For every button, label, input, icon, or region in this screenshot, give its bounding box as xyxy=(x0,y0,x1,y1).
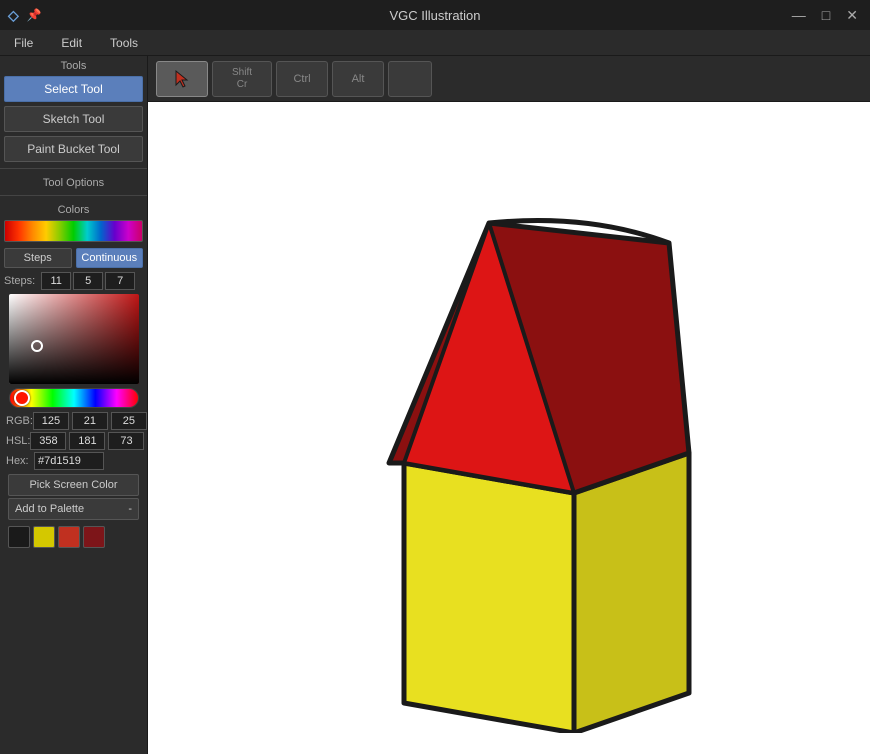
pick-screen-color-button[interactable]: Pick Screen Color xyxy=(8,474,139,496)
step-b[interactable] xyxy=(105,272,135,290)
steps-values-row: Steps: xyxy=(4,272,143,290)
colors-section: Colors Steps Continuous Steps: xyxy=(0,200,147,556)
add-to-palette-label: Add to Palette xyxy=(15,503,84,515)
tool-options-label: Tool Options xyxy=(0,173,147,191)
titlebar-controls: — □ ✕ xyxy=(788,5,862,26)
toolbar-shift-button[interactable]: Shift Cr xyxy=(212,61,272,97)
palette-row xyxy=(4,522,143,552)
toolbar-empty-button[interactable] xyxy=(388,61,432,97)
pin-icon[interactable]: 📌 xyxy=(27,8,42,22)
hue-strip[interactable] xyxy=(9,388,139,408)
close-button[interactable]: ✕ xyxy=(842,5,862,26)
hsl-row: HSL: xyxy=(4,432,143,450)
color-picker-cursor xyxy=(31,340,43,352)
alt-label: Alt xyxy=(352,73,365,85)
rgb-label: RGB: xyxy=(6,415,33,427)
hsl-label: HSL: xyxy=(6,435,30,447)
hex-label: Hex: xyxy=(6,455,34,467)
rgb-g[interactable] xyxy=(72,412,108,430)
sidebar: Tools Select Tool Sketch Tool Paint Buck… xyxy=(0,56,148,754)
ctrl-label: Ctrl xyxy=(293,73,310,85)
menu-edit[interactable]: Edit xyxy=(55,34,88,52)
hsl-h[interactable] xyxy=(30,432,66,450)
toolbar-select-icon[interactable] xyxy=(156,61,208,97)
hsl-l[interactable] xyxy=(108,432,144,450)
continuous-button[interactable]: Continuous xyxy=(76,248,144,268)
color-picker-area[interactable] xyxy=(9,294,139,384)
cursor-icon xyxy=(172,69,192,89)
app-logo: ◇ xyxy=(8,7,19,24)
house-illustration xyxy=(289,123,729,733)
colors-title: Colors xyxy=(4,204,143,216)
tools-label: Tools xyxy=(0,56,147,74)
select-tool-button[interactable]: Select Tool xyxy=(4,76,143,102)
shift-label: Shift xyxy=(232,67,252,78)
palette-swatch-dark-red[interactable] xyxy=(83,526,105,548)
palette-swatch-yellow[interactable] xyxy=(33,526,55,548)
paint-bucket-tool-button[interactable]: Paint Bucket Tool xyxy=(4,136,143,162)
menu-tools[interactable]: Tools xyxy=(104,34,144,52)
maximize-button[interactable]: □ xyxy=(818,5,834,25)
rgb-r[interactable] xyxy=(33,412,69,430)
add-to-palette-row: Add to Palette - xyxy=(8,498,139,520)
menubar: File Edit Tools xyxy=(0,30,870,56)
sketch-tool-button[interactable]: Sketch Tool xyxy=(4,106,143,132)
rgb-row: RGB: xyxy=(4,412,143,430)
canvas-container: Shift Cr Ctrl Alt xyxy=(148,56,870,754)
color-picker-gradient xyxy=(9,294,139,384)
canvas-toolbar: Shift Cr Ctrl Alt xyxy=(148,56,870,102)
main-content: Tools Select Tool Sketch Tool Paint Buck… xyxy=(0,56,870,754)
titlebar: ◇ 📌 VGC Illustration — □ ✕ xyxy=(0,0,870,30)
hex-input[interactable] xyxy=(34,452,104,470)
hue-cursor xyxy=(14,390,30,406)
toolbar-ctrl-button[interactable]: Ctrl xyxy=(276,61,328,97)
steps-label: Steps: xyxy=(4,275,35,287)
menu-file[interactable]: File xyxy=(8,34,39,52)
cr-label: Cr xyxy=(237,79,248,90)
titlebar-left: ◇ 📌 xyxy=(8,7,42,24)
color-bar[interactable] xyxy=(4,220,143,242)
palette-swatch-black[interactable] xyxy=(8,526,30,548)
minimize-button[interactable]: — xyxy=(788,5,810,25)
titlebar-title: VGC Illustration xyxy=(389,8,480,23)
add-to-palette-shortcut: - xyxy=(128,503,132,515)
hex-row: Hex: xyxy=(4,452,143,470)
toolbar-alt-button[interactable]: Alt xyxy=(332,61,384,97)
steps-continuous-row: Steps Continuous xyxy=(4,248,143,268)
rgb-b[interactable] xyxy=(111,412,147,430)
steps-button[interactable]: Steps xyxy=(4,248,72,268)
step-r[interactable] xyxy=(41,272,71,290)
drawing-canvas[interactable] xyxy=(148,102,870,754)
hsl-s[interactable] xyxy=(69,432,105,450)
palette-swatch-red[interactable] xyxy=(58,526,80,548)
step-g[interactable] xyxy=(73,272,103,290)
